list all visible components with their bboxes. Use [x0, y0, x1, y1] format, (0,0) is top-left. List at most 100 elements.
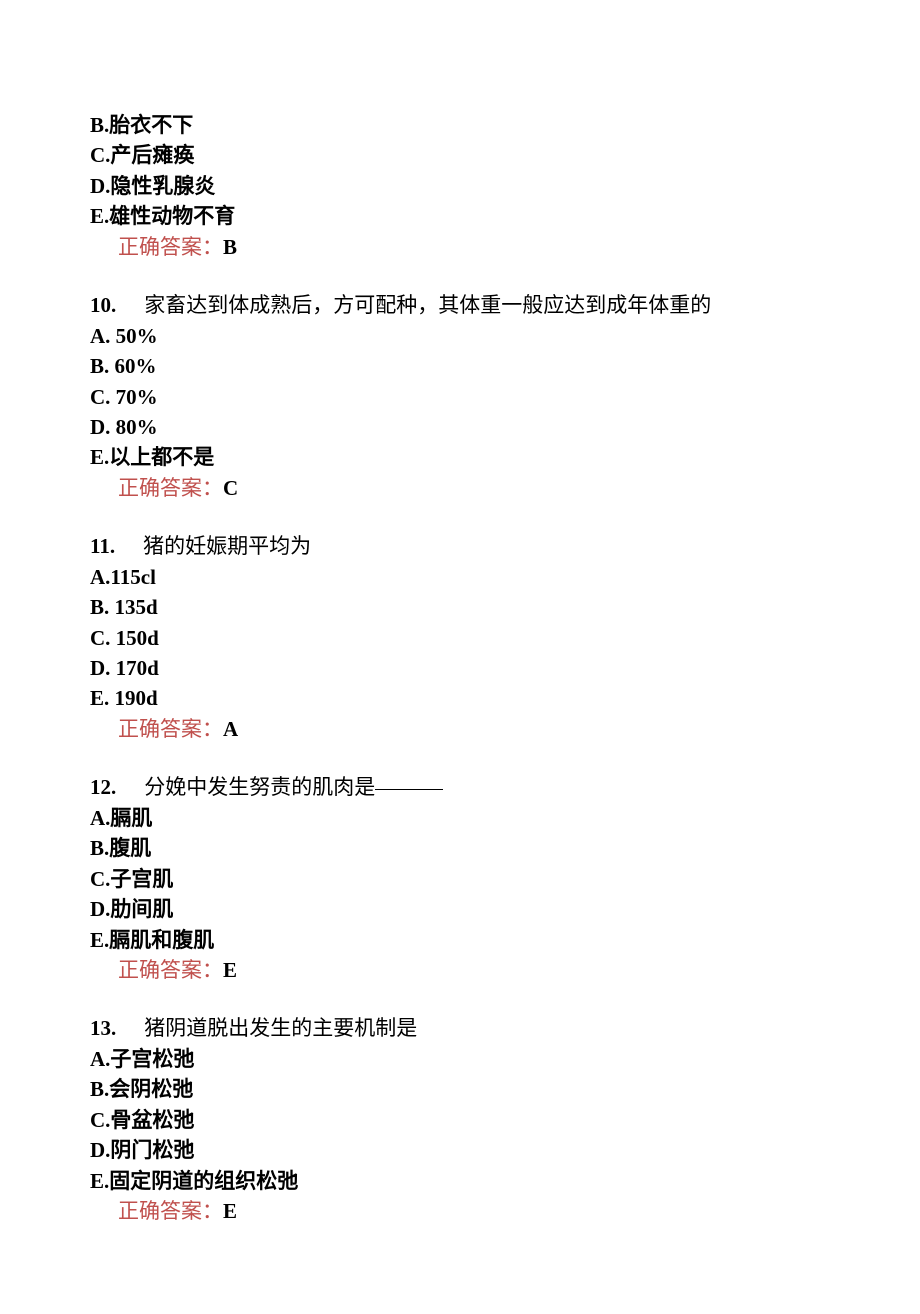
- answer-value: E: [223, 958, 237, 982]
- question-10: 10.家畜达到体成熟后，方可配种，其体重一般应达到成年体重的 A. 50% B.…: [90, 290, 830, 503]
- option-text: 会阴松弛: [109, 1077, 193, 1101]
- answer-value: C: [223, 476, 238, 500]
- option-line: A.子宫松弛: [90, 1044, 830, 1074]
- answer-value: B: [223, 235, 237, 259]
- option-line: D.阴门松弛: [90, 1135, 830, 1165]
- option-label: C.: [90, 1108, 110, 1132]
- answer-line: 正确答案：B: [90, 232, 830, 262]
- answer-value: E: [223, 1199, 237, 1223]
- option-label: D.: [90, 656, 110, 680]
- option-text: 以上都不是: [109, 445, 214, 469]
- question-stem: 13. 猪阴道脱出发生的主要机制是: [90, 1013, 830, 1043]
- option-line: A.膈肌: [90, 803, 830, 833]
- option-line: D. 80%: [90, 412, 830, 442]
- option-text: 70%: [116, 385, 158, 409]
- option-line: B.胎衣不下: [90, 110, 830, 140]
- question-number: 11.: [90, 531, 115, 561]
- question-stem: 10. 家畜达到体成熟后，方可配种，其体重一般应达到成年体重的: [90, 290, 830, 320]
- option-label: B.: [90, 1077, 109, 1101]
- option-line: B.腹肌: [90, 833, 830, 863]
- option-text: 肋间肌: [110, 897, 173, 921]
- option-label: E.: [90, 686, 109, 710]
- option-line: A.115cl: [90, 562, 830, 592]
- option-label: E.: [90, 445, 109, 469]
- option-text: 胎衣不下: [109, 113, 193, 137]
- answer-label: 正确答案：: [118, 1199, 223, 1223]
- answer-label: 正确答案：: [118, 476, 223, 500]
- option-label: D.: [90, 1138, 110, 1162]
- option-text: 腹肌: [109, 836, 151, 860]
- option-label: B.: [90, 595, 109, 619]
- option-label: A.: [90, 324, 110, 348]
- option-label: E.: [90, 928, 109, 952]
- option-line: D. 170d: [90, 653, 830, 683]
- page-content: B.胎衣不下 C.产后瘫痪 D.隐性乳腺炎 E.雄性动物不育 正确答案：B 10…: [0, 0, 920, 1314]
- question-text: 分娩中发生努责的肌肉是: [144, 775, 375, 799]
- question-text: 猪阴道脱出发生的主要机制是: [144, 1016, 417, 1040]
- question-12: 12.分娩中发生努责的肌肉是 A.膈肌 B.腹肌 C.子宫肌 D.肋间肌 E.膈…: [90, 772, 830, 985]
- answer-label: 正确答案：: [118, 958, 223, 982]
- option-line: E.膈肌和腹肌: [90, 925, 830, 955]
- option-text: 170d: [116, 656, 159, 680]
- answer-line: 正确答案：A: [90, 714, 830, 744]
- option-text: 膈肌: [110, 806, 152, 830]
- question-number: 13.: [90, 1013, 116, 1043]
- question-stem: 11. 猪的妊娠期平均为: [90, 531, 830, 561]
- option-line: C.产后瘫痪: [90, 140, 830, 170]
- option-label: D.: [90, 897, 110, 921]
- answer-label: 正确答案：: [118, 235, 223, 259]
- blank-underline: [375, 789, 443, 790]
- question-9-partial: B.胎衣不下 C.产后瘫痪 D.隐性乳腺炎 E.雄性动物不育 正确答案：B: [90, 110, 830, 262]
- option-line: D.肋间肌: [90, 894, 830, 924]
- option-text: 190d: [115, 686, 158, 710]
- option-line: E.雄性动物不育: [90, 201, 830, 231]
- option-label: A.: [90, 1047, 110, 1071]
- option-text: 产后瘫痪: [110, 143, 194, 167]
- question-13: 13. 猪阴道脱出发生的主要机制是 A.子宫松弛 B.会阴松弛 C.骨盆松弛 D.…: [90, 1013, 830, 1226]
- question-number: 10.: [90, 290, 116, 320]
- option-text: 固定阴道的组织松弛: [109, 1169, 298, 1193]
- option-label: C.: [90, 385, 110, 409]
- question-stem: 12. 分娩中发生努责的肌肉是: [90, 772, 830, 802]
- option-text: 115cl: [110, 565, 156, 589]
- option-line: E.以上都不是: [90, 442, 830, 472]
- option-line: C. 150d: [90, 623, 830, 653]
- option-label: C.: [90, 626, 110, 650]
- answer-value: A: [223, 717, 238, 741]
- option-text: 60%: [115, 354, 157, 378]
- option-text: 135d: [115, 595, 158, 619]
- option-line: B. 60%: [90, 351, 830, 381]
- option-line: B. 135d: [90, 592, 830, 622]
- option-line: D.隐性乳腺炎: [90, 171, 830, 201]
- option-text: 膈肌和腹肌: [109, 928, 214, 952]
- option-label: B.: [90, 113, 109, 137]
- answer-line: 正确答案：C: [90, 473, 830, 503]
- question-text: 猪的妊娠期平均为: [143, 534, 311, 558]
- answer-line: 正确答案：E: [90, 955, 830, 985]
- option-label: A.: [90, 806, 110, 830]
- option-label: D.: [90, 174, 110, 198]
- option-text: 骨盆松弛: [110, 1108, 194, 1132]
- option-label: E.: [90, 204, 109, 228]
- option-line: C.子宫肌: [90, 864, 830, 894]
- option-label: B.: [90, 354, 109, 378]
- option-line: E. 190d: [90, 683, 830, 713]
- option-label: C.: [90, 143, 110, 167]
- option-text: 子宫肌: [110, 867, 173, 891]
- option-label: B.: [90, 836, 109, 860]
- option-text: 隐性乳腺炎: [110, 174, 215, 198]
- option-label: D.: [90, 415, 110, 439]
- question-11: 11. 猪的妊娠期平均为 A.115cl B. 135d C. 150d D. 1…: [90, 531, 830, 744]
- question-number: 12.: [90, 772, 116, 802]
- option-label: E.: [90, 1169, 109, 1193]
- option-line: E.固定阴道的组织松弛: [90, 1166, 830, 1196]
- option-line: B.会阴松弛: [90, 1074, 830, 1104]
- option-line: C.骨盆松弛: [90, 1105, 830, 1135]
- answer-label: 正确答案：: [118, 717, 223, 741]
- option-text: 子宫松弛: [110, 1047, 194, 1071]
- option-text: 阴门松弛: [110, 1138, 194, 1162]
- option-line: C. 70%: [90, 382, 830, 412]
- option-text: 雄性动物不育: [109, 204, 235, 228]
- answer-line: 正确答案：E: [90, 1196, 830, 1226]
- question-text: 家畜达到体成熟后，方可配种，其体重一般应达到成年体重的: [144, 293, 711, 317]
